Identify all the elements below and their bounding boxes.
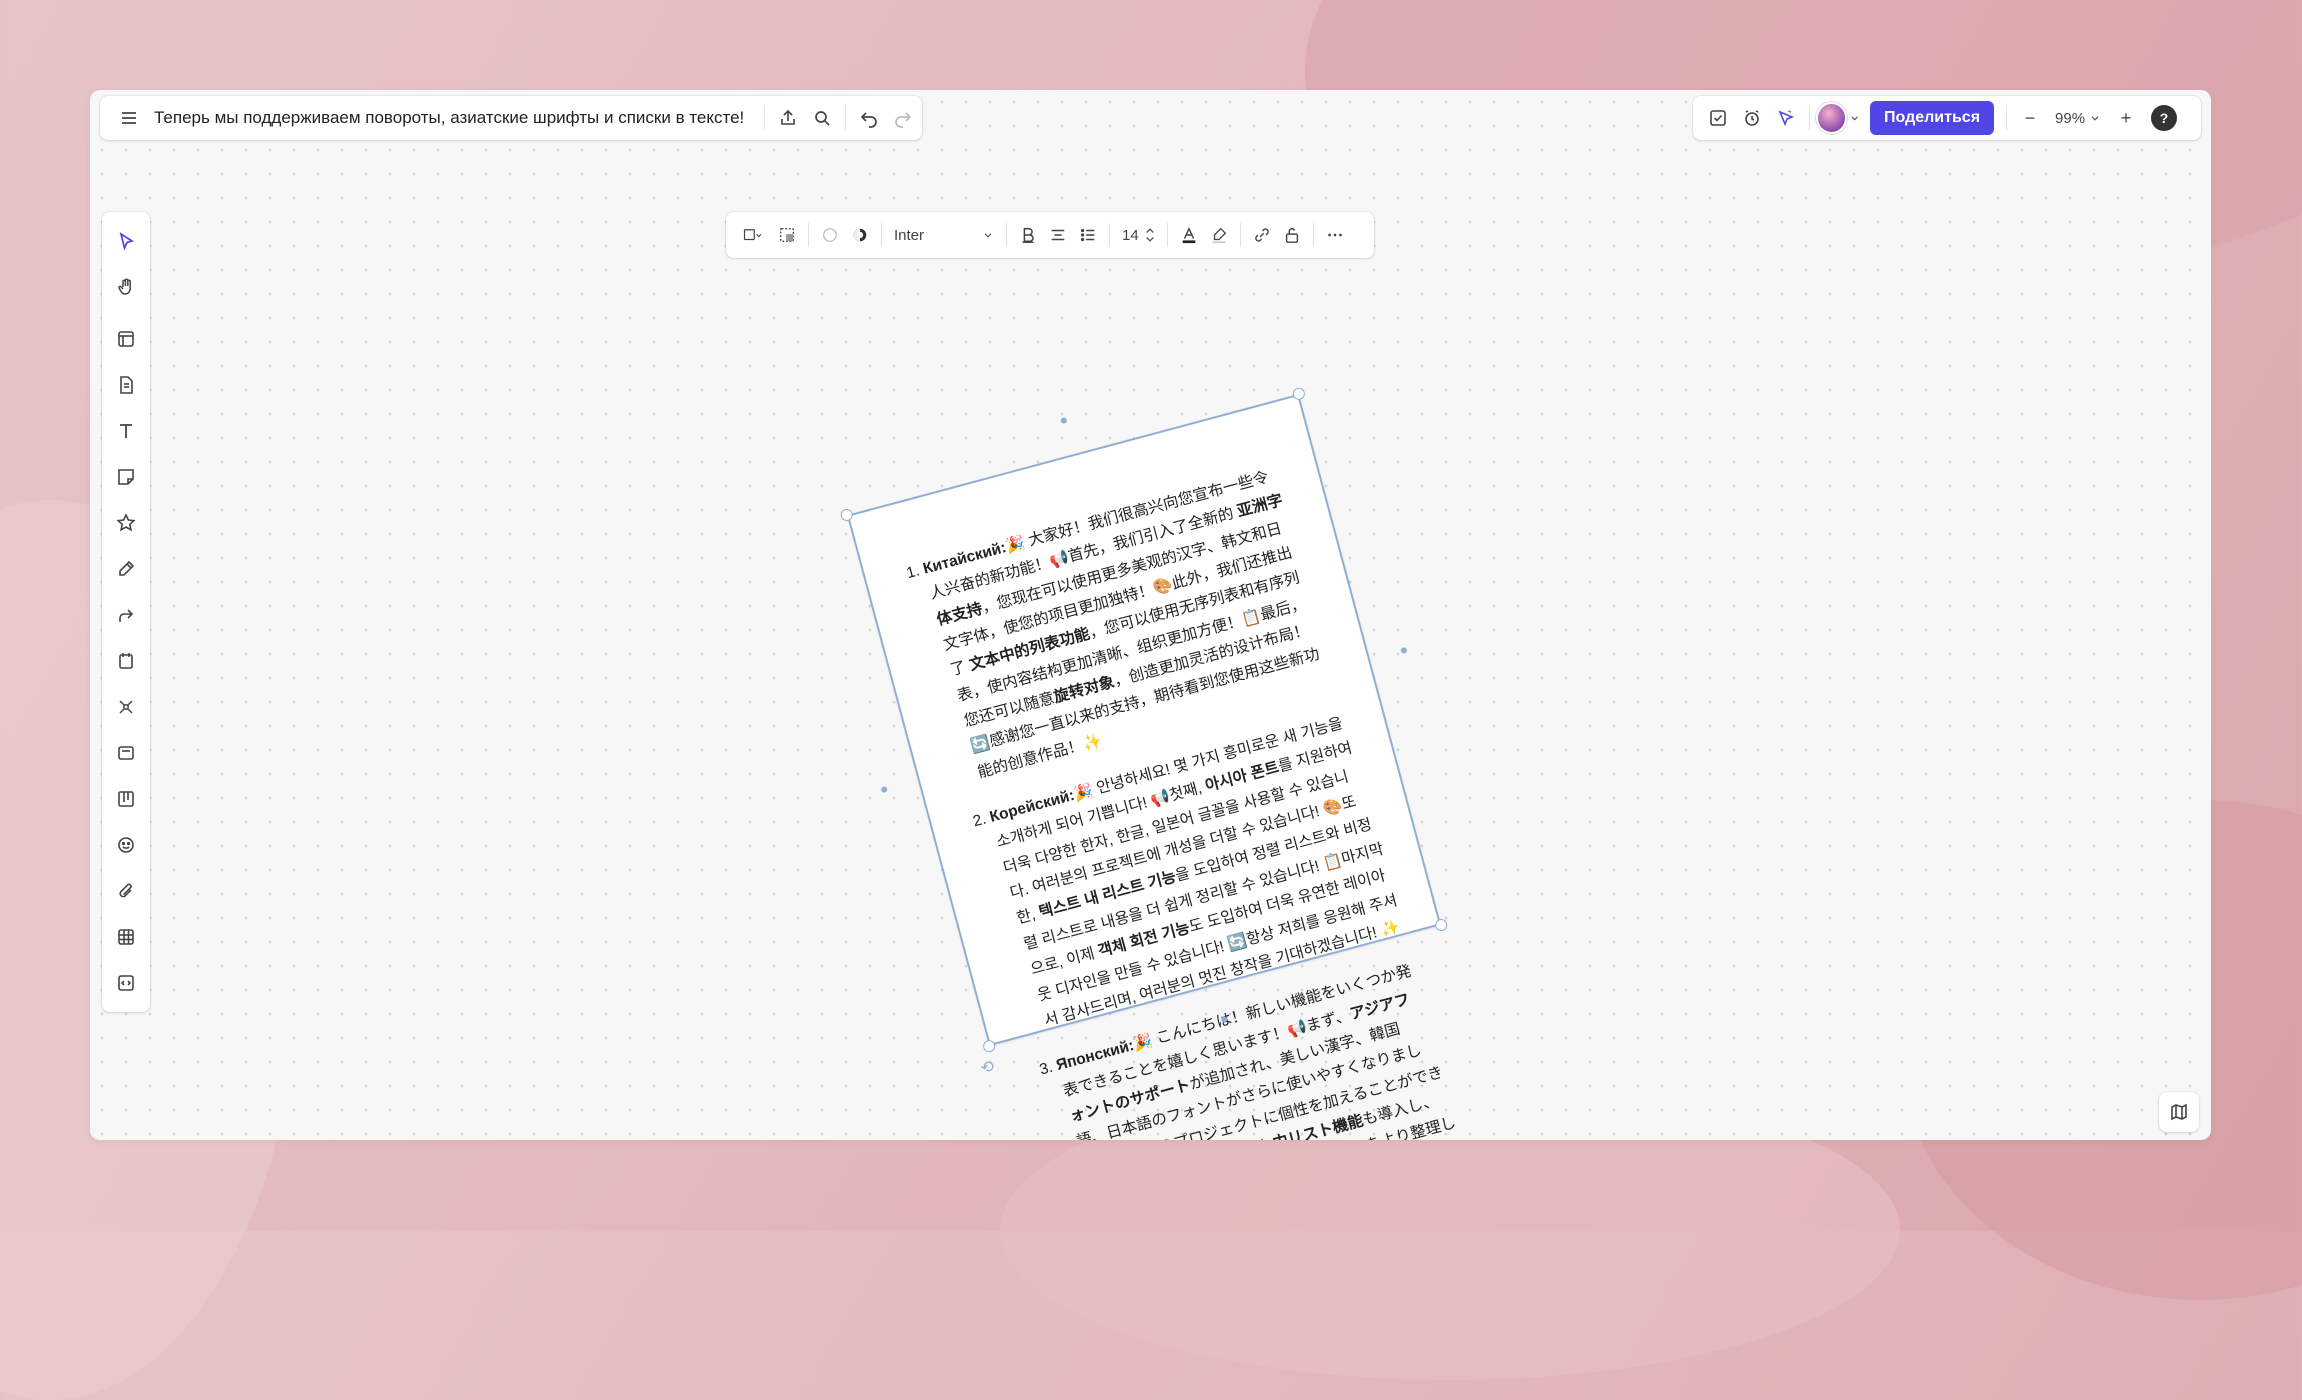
font-size-stepper[interactable]: 14 — [1116, 225, 1161, 245]
highlight-icon[interactable] — [1204, 218, 1234, 252]
zoom-select[interactable]: 99% — [2047, 110, 2109, 127]
divider — [1809, 106, 1810, 130]
divider — [1006, 223, 1007, 247]
help-button[interactable]: ? — [2151, 105, 2178, 131]
divider — [881, 223, 882, 247]
divider — [1166, 223, 1168, 247]
list-icon[interactable] — [1073, 218, 1103, 252]
connector-tool-icon[interactable] — [106, 595, 146, 635]
divider — [845, 106, 847, 130]
cursor-share-icon[interactable] — [1769, 101, 1803, 135]
document-title[interactable]: Теперь мы поддерживаем повороты, азиатск… — [154, 108, 744, 128]
zoom-value: 99% — [2055, 109, 2086, 127]
frame-tool-icon[interactable] — [106, 319, 146, 359]
font-family-select[interactable]: Inter — [888, 219, 1000, 251]
fill-color-icon[interactable] — [815, 218, 845, 252]
chevron-down-icon — [2091, 116, 2099, 121]
align-center-icon[interactable] — [1043, 218, 1073, 252]
text-color-icon[interactable] — [1174, 218, 1204, 252]
embed-tool-icon[interactable] — [106, 963, 146, 1003]
more-icon[interactable] — [1320, 218, 1350, 252]
unlock-icon[interactable] — [1277, 218, 1307, 252]
fill-style-icon[interactable] — [732, 218, 772, 252]
text-block-selected[interactable]: Китайский:🎉 大家好！我们很高兴向您宣布一些令人兴奋的新功能！📢首先，… — [839, 386, 1458, 1140]
divider — [764, 106, 766, 130]
menu-icon[interactable] — [112, 101, 146, 135]
zoom-out-button[interactable]: − — [2013, 101, 2047, 135]
tool-sidebar — [102, 212, 150, 1012]
checkbox-icon[interactable] — [1701, 101, 1735, 135]
top-left-toolbar: Теперь мы поддерживаем повороты, азиатск… — [100, 96, 922, 140]
link-icon[interactable] — [1247, 218, 1277, 252]
hand-tool-icon[interactable] — [106, 267, 146, 307]
undo-icon[interactable] — [852, 101, 886, 135]
card-tool-icon[interactable] — [106, 733, 146, 773]
search-icon[interactable] — [805, 101, 839, 135]
minimap-button[interactable] — [2159, 1092, 2199, 1132]
rotate-handle-icon[interactable]: ⟲ — [978, 1056, 996, 1079]
map-icon — [2171, 1103, 2187, 1121]
pen-tool-icon[interactable] — [106, 549, 146, 589]
zoom-in-button[interactable]: + — [2109, 101, 2143, 135]
share-button[interactable]: Поделиться — [1870, 101, 1995, 135]
page-tool-icon[interactable] — [106, 641, 146, 681]
chevron-down-icon — [984, 233, 992, 238]
text-block[interactable]: Китайский:🎉 大家好！我们很高兴向您宣布一些令人兴奋的新功能！📢首先，… — [846, 393, 1458, 1140]
table-tool-icon[interactable] — [106, 917, 146, 957]
shape-tool-icon[interactable] — [106, 503, 146, 543]
edge-handle-top[interactable] — [1060, 416, 1068, 425]
note-tool-icon[interactable] — [106, 365, 146, 405]
edge-handle-right[interactable] — [1400, 646, 1408, 655]
font-family-value: Inter — [894, 226, 925, 244]
edge-handle-left[interactable] — [880, 785, 888, 794]
divider — [1312, 223, 1314, 247]
timer-icon[interactable] — [1735, 101, 1769, 135]
divider — [1109, 223, 1110, 247]
divider — [1239, 223, 1241, 247]
text-format-toolbar: Inter 14 — [726, 212, 1374, 258]
stepper-arrows-icon[interactable] — [1145, 225, 1155, 245]
sticky-note-icon[interactable] — [106, 457, 146, 497]
text-tool-icon[interactable] — [106, 411, 146, 451]
sticker-tool-icon[interactable] — [106, 825, 146, 865]
ordered-list: Китайский:🎉 大家好！我们很高兴向您宣布一些令人兴奋的新功能！📢首先，… — [849, 396, 1537, 1140]
contrast-icon[interactable] — [845, 218, 875, 252]
attachment-tool-icon[interactable] — [106, 871, 146, 911]
mindmap-tool-icon[interactable] — [106, 687, 146, 727]
export-icon[interactable] — [771, 101, 805, 135]
bold-icon[interactable] — [1013, 218, 1043, 252]
canvas-window[interactable]: Теперь мы поддерживаем повороты, азиатск… — [90, 90, 2211, 1140]
redo-icon[interactable] — [886, 101, 920, 135]
divider — [2006, 106, 2008, 130]
divider — [808, 223, 809, 247]
top-right-toolbar: Поделиться − 99% + ? — [1693, 96, 2201, 140]
border-style-icon[interactable] — [772, 218, 802, 252]
select-tool-icon[interactable] — [106, 221, 146, 261]
avatar[interactable] — [1816, 101, 1860, 135]
font-size-value: 14 — [1122, 226, 1139, 244]
kanban-tool-icon[interactable] — [106, 779, 146, 819]
